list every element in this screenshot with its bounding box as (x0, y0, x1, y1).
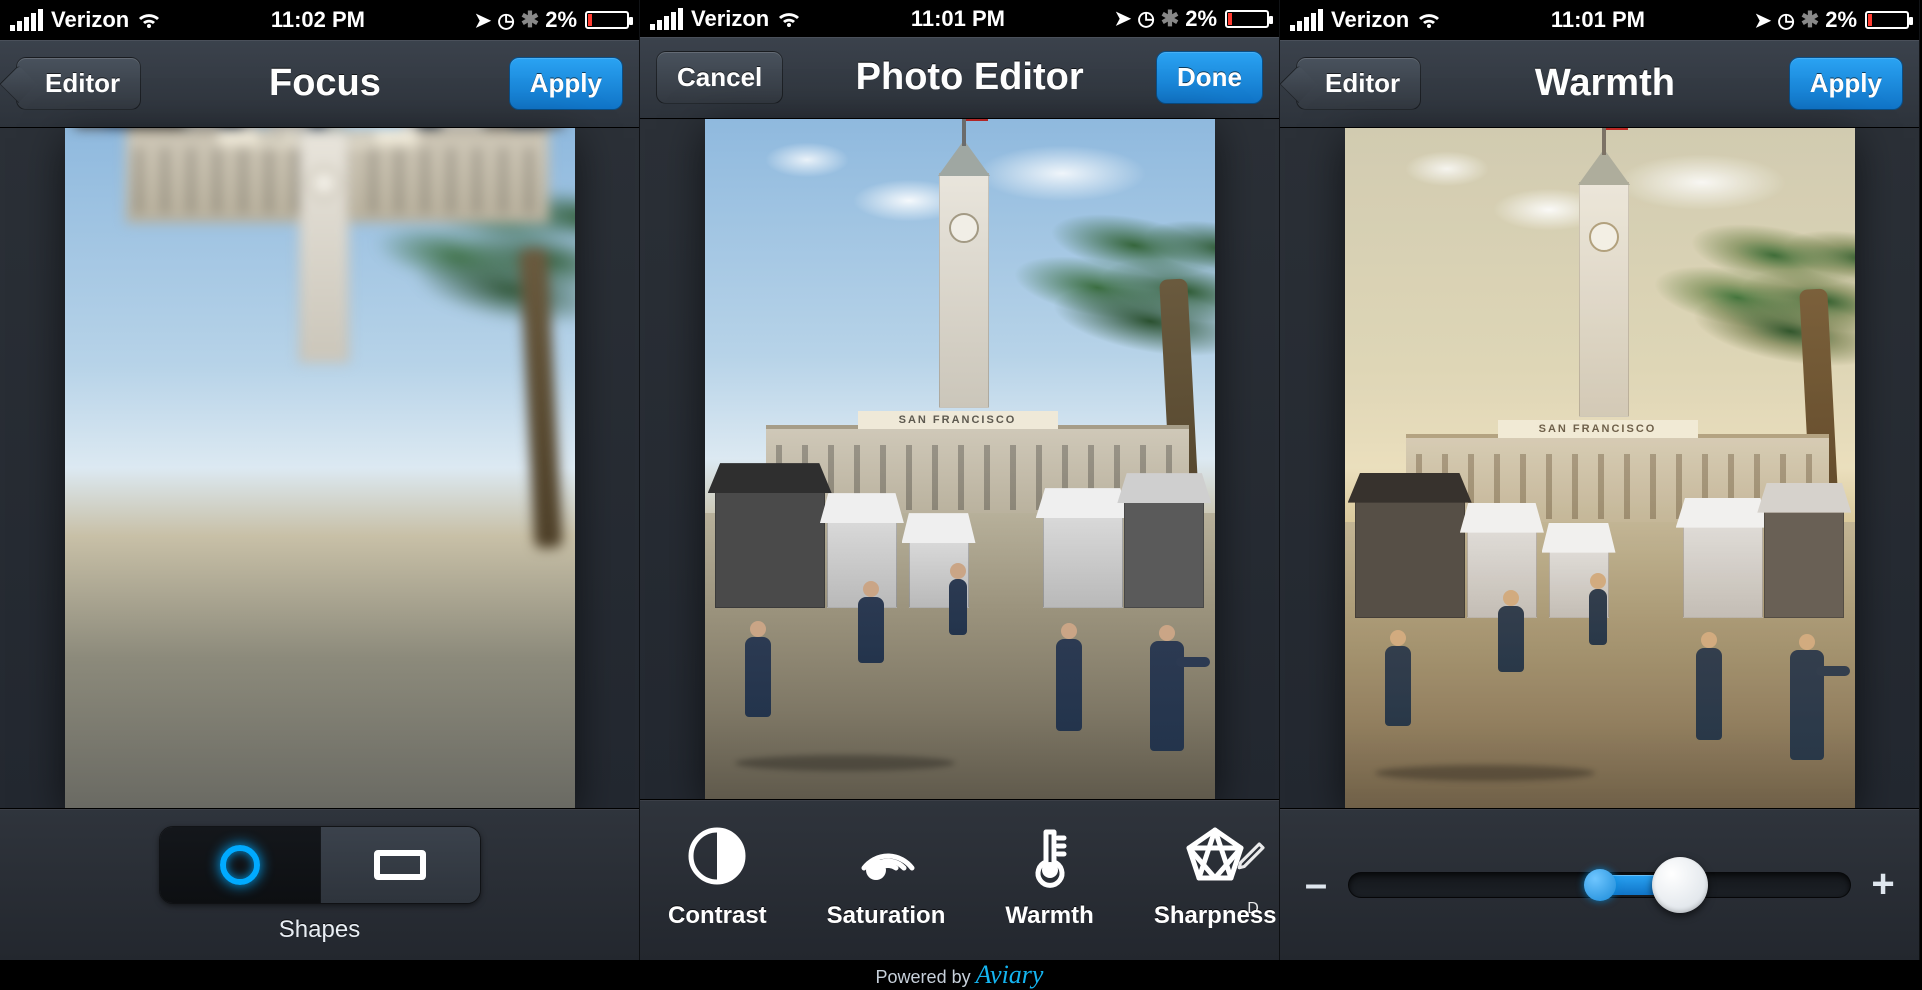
slider-decrease[interactable]: – (1302, 862, 1330, 907)
screen-focus: Verizon 11:02 PM ➤ ◷ ✱ 2% Editor Focus A… (0, 0, 640, 960)
circle-focus-icon (220, 845, 260, 885)
carrier-label: Verizon (51, 7, 129, 33)
bluetooth-icon: ✱ (1801, 7, 1819, 33)
photo-preview[interactable]: SAN FRANCISCO (705, 119, 1215, 799)
rectangle-focus-icon (374, 850, 426, 880)
status-time: 11:01 PM (1441, 7, 1754, 33)
powered-by: Powered by Aviary (640, 960, 1279, 990)
battery-percent: 2% (1185, 6, 1217, 32)
tool-contrast[interactable]: Contrast (668, 810, 767, 930)
battery-icon (1225, 10, 1269, 28)
battery-icon (585, 11, 629, 29)
clock-icon: ◷ (1137, 6, 1154, 31)
warmth-icon (1018, 824, 1082, 888)
status-time: 11:02 PM (161, 7, 474, 33)
photo-preview[interactable]: SAN FRANCISCO (65, 128, 575, 808)
back-button[interactable]: Editor (16, 57, 141, 110)
bluetooth-icon: ✱ (1161, 6, 1179, 32)
photo-sign-text: SAN FRANCISCO (858, 411, 1058, 429)
location-icon: ➤ (1115, 6, 1132, 31)
powered-brand: Aviary (976, 960, 1044, 989)
contrast-icon (685, 824, 749, 888)
powered-prefix: Powered by (876, 967, 976, 987)
back-button[interactable]: Editor (1296, 57, 1421, 110)
tool-partial-next[interactable]: D (1221, 822, 1285, 918)
signal-bars-icon (650, 8, 683, 30)
status-bar: Verizon 11:01 PM ➤ ◷ ✱ 2% (640, 0, 1279, 37)
battery-percent: 2% (545, 7, 577, 33)
tool-label: D (1247, 900, 1259, 918)
photo-canvas-area: SAN FRANCISCO (0, 128, 639, 808)
apply-button[interactable]: Apply (509, 57, 623, 110)
wifi-icon (1417, 10, 1441, 30)
battery-icon (1865, 11, 1909, 29)
focus-shape-rectangle[interactable] (320, 827, 480, 903)
wifi-icon (777, 9, 801, 29)
signal-bars-icon (10, 9, 43, 31)
photo-canvas-area: SAN FRANCISCO (640, 119, 1279, 799)
clock-icon: ◷ (497, 8, 514, 33)
status-bar: Verizon 11:01 PM ➤ ◷ ✱ 2% (1280, 0, 1919, 40)
shapes-label: Shapes (279, 916, 360, 944)
photo-preview[interactable]: SAN FRANCISCO (1345, 128, 1855, 808)
nav-title: Focus (269, 62, 381, 105)
location-icon: ➤ (475, 8, 492, 33)
location-icon: ➤ (1755, 8, 1772, 33)
carrier-label: Verizon (1331, 7, 1409, 33)
nav-title: Photo Editor (856, 56, 1084, 99)
focus-shape-segmented (159, 826, 481, 904)
apply-button[interactable]: Apply (1789, 57, 1903, 110)
clock-icon: ◷ (1777, 8, 1794, 33)
tool-label: Contrast (668, 902, 767, 930)
screen-photo-editor: Verizon 11:01 PM ➤ ◷ ✱ 2% Cancel Photo E… (640, 0, 1280, 960)
signal-bars-icon (1290, 9, 1323, 31)
nav-bar: Editor Focus Apply (0, 40, 639, 128)
wifi-icon (137, 10, 161, 30)
warmth-toolbar: – + (1280, 808, 1919, 960)
nav-bar: Editor Warmth Apply (1280, 40, 1919, 128)
tool-warmth[interactable]: Warmth (1005, 810, 1093, 930)
tool-label: Saturation (827, 902, 946, 930)
done-button[interactable]: Done (1156, 51, 1263, 104)
saturation-icon (854, 824, 918, 888)
focus-toolbar: Shapes (0, 808, 639, 960)
carrier-label: Verizon (691, 6, 769, 32)
screen-warmth: Verizon 11:01 PM ➤ ◷ ✱ 2% Editor Warmth … (1280, 0, 1920, 960)
status-time: 11:01 PM (801, 6, 1114, 32)
pencil-icon (1221, 822, 1285, 886)
tool-label: Warmth (1005, 902, 1093, 930)
slider-increase[interactable]: + (1869, 862, 1897, 907)
editor-toolbar[interactable]: Contrast Saturation (640, 799, 1279, 960)
photo-canvas-area: SAN FRANCISCO (1280, 128, 1919, 808)
battery-percent: 2% (1825, 7, 1857, 33)
nav-title: Warmth (1535, 62, 1675, 105)
cancel-button[interactable]: Cancel (656, 51, 783, 104)
tool-saturation[interactable]: Saturation (827, 810, 946, 930)
nav-bar: Cancel Photo Editor Done (640, 37, 1279, 119)
warmth-slider[interactable] (1348, 865, 1851, 905)
focus-shape-circle[interactable] (160, 827, 320, 903)
bluetooth-icon: ✱ (521, 7, 539, 33)
status-bar: Verizon 11:02 PM ➤ ◷ ✱ 2% (0, 0, 639, 40)
